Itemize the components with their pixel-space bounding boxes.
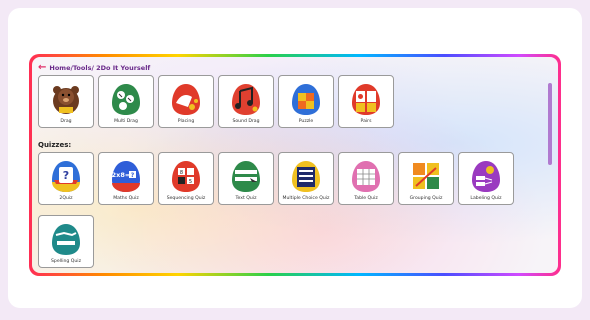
multiple-choice-icon: [292, 161, 320, 192]
quiz-tile-labeling[interactable]: Labeling Quiz: [458, 152, 514, 205]
quiz-label: Maths Quiz: [113, 196, 139, 201]
quiz-label: Table Quiz: [354, 196, 378, 201]
tool-tile-drag[interactable]: Drag: [38, 75, 94, 128]
breadcrumb[interactable]: ← Home/Tools/ 2Do It Yourself: [38, 62, 150, 74]
grouping-icon: [413, 163, 439, 189]
quiz-label: 2Quiz: [59, 196, 73, 201]
maths-icon: 2x8= ?: [112, 161, 140, 192]
multi-drag-icon: [112, 84, 140, 115]
tool-tile-multi-drag[interactable]: Multi Drag: [98, 75, 154, 128]
quiz-label: Spelling Quiz: [51, 259, 81, 264]
tool-label: Sound Drag: [232, 119, 260, 124]
svg-text:2x8=: 2x8=: [112, 171, 131, 179]
tool-label: Placing: [177, 119, 195, 124]
tool-tile-pairs[interactable]: Pairs: [338, 75, 394, 128]
question-icon: ?: [52, 161, 80, 192]
quiz-label: Sequencing Quiz: [166, 196, 206, 201]
tool-tile-placing[interactable]: Placing: [158, 75, 214, 128]
svg-text:5: 5: [189, 179, 192, 185]
tool-label: Drag: [60, 119, 72, 124]
quiz-tile-text[interactable]: Text Quiz: [218, 152, 274, 205]
svg-text:?: ?: [63, 169, 69, 182]
spelling-icon: [52, 224, 80, 255]
puzzle-icon: [292, 84, 320, 115]
svg-text:8: 8: [180, 170, 183, 176]
quiz-tile-multiple-choice[interactable]: Multiple Choice Quiz: [278, 152, 334, 205]
sound-drag-icon: [232, 84, 260, 115]
quiz-tile-maths[interactable]: 2x8= ? Maths Quiz: [98, 152, 154, 205]
tool-tile-puzzle[interactable]: Puzzle: [278, 75, 334, 128]
quiz-label: Multiple Choice Quiz: [282, 196, 330, 201]
pairs-icon: [352, 84, 380, 115]
vertical-scrollbar[interactable]: [548, 83, 552, 165]
quiz-label: Text Quiz: [235, 196, 257, 201]
tool-label: Puzzle: [298, 119, 314, 124]
quiz-tile-spelling[interactable]: Spelling Quiz: [38, 215, 94, 268]
bear-icon: [53, 86, 79, 114]
quiz-tile-grouping[interactable]: Grouping Quiz: [398, 152, 454, 205]
breadcrumb-path[interactable]: Home/Tools/ 2Do It Yourself: [49, 64, 150, 72]
placing-icon: [172, 84, 200, 115]
tools-panel: ← Home/Tools/ 2Do It Yourself Drag Multi…: [32, 57, 558, 273]
tool-label: Pairs: [360, 119, 372, 124]
labeling-icon: [472, 161, 500, 192]
tool-label: Multi Drag: [114, 119, 138, 124]
quiz-label: Grouping Quiz: [409, 196, 443, 201]
quiz-label: Labeling Quiz: [470, 196, 502, 201]
text-quiz-icon: [232, 161, 260, 192]
quizzes-heading: Quizzes:: [38, 141, 72, 149]
tool-tile-sound-drag[interactable]: Sound Drag: [218, 75, 274, 128]
svg-text:?: ?: [131, 172, 135, 179]
quiz-tile-table[interactable]: Table Quiz: [338, 152, 394, 205]
back-arrow-icon[interactable]: ←: [38, 63, 46, 73]
quiz-tile-sequencing[interactable]: 8 5 Sequencing Quiz: [158, 152, 214, 205]
quiz-tile-2quiz[interactable]: ? 2Quiz: [38, 152, 94, 205]
sequencing-icon: 8 5: [172, 161, 200, 192]
table-icon: [352, 161, 380, 192]
tools-panel-frame: ← Home/Tools/ 2Do It Yourself Drag Multi…: [29, 54, 561, 276]
